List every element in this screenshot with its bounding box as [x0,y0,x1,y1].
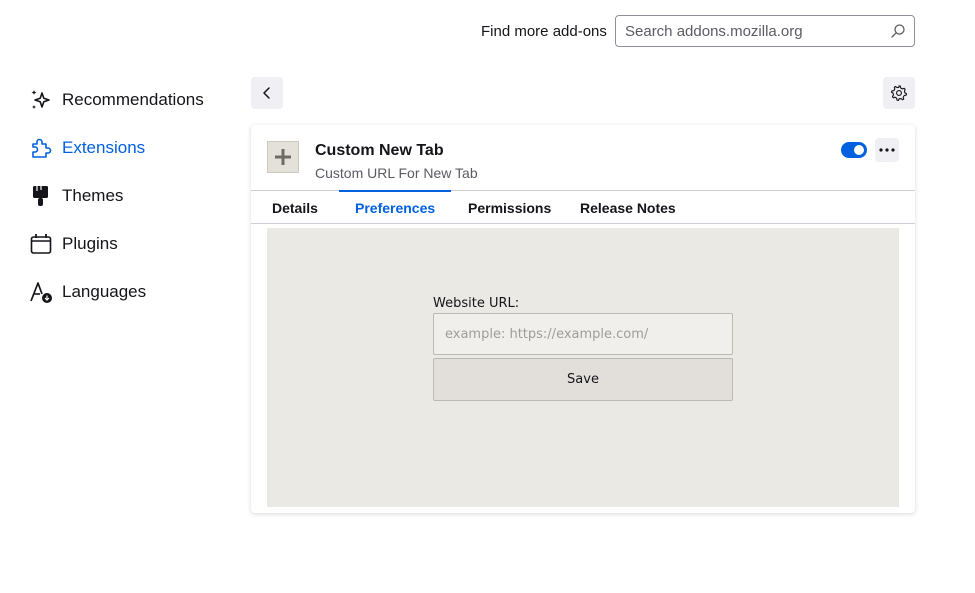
back-button[interactable] [251,77,283,109]
plugin-icon [28,231,54,257]
addon-description: Custom URL For New Tab [315,165,478,181]
sidebar-item-label: Extensions [62,138,146,157]
plus-icon [275,149,291,165]
tab-details[interactable]: Details [256,191,334,224]
sidebar: Recommendations Extensions Themes Plugin… [28,76,228,316]
addon-tabs: Details Preferences Permissions Release … [251,190,915,224]
sidebar-item-label: Plugins [62,234,118,253]
sidebar-item-label: Languages [62,282,147,301]
tab-preferences[interactable]: Preferences [339,190,452,224]
sidebar-item-label: Recommendations [62,90,204,109]
addon-name: Custom New Tab [315,142,444,159]
save-button[interactable]: Save [433,358,733,401]
sidebar-item-languages[interactable]: Languages [28,268,228,316]
enable-toggle[interactable] [841,142,867,158]
search-icon [891,24,905,38]
sidebar-item-label: Themes [62,186,124,205]
addon-icon [267,141,299,173]
more-options-button[interactable] [875,138,899,162]
chevron-left-icon [263,87,270,99]
sidebar-item-themes[interactable]: Themes [28,172,228,220]
sidebar-item-extensions[interactable]: Extensions [28,124,228,172]
website-url-input[interactable] [433,313,733,355]
search-input[interactable] [616,22,876,40]
addon-card: Custom New Tab Custom URL For New Tab De… [251,125,915,513]
settings-button[interactable] [883,77,915,109]
puzzle-icon [28,135,54,161]
website-url-label: Website URL: [433,296,520,311]
find-more-addons-label: Find more add-ons [481,23,607,40]
preferences-pane: Website URL: Save [267,228,899,507]
ellipsis-icon [879,148,895,152]
addons-manager: Find more add-ons Recommendations [0,0,975,593]
tab-release-notes[interactable]: Release Notes [564,191,692,224]
search-box[interactable] [615,15,915,47]
tab-permissions[interactable]: Permissions [452,191,567,224]
language-icon [28,279,54,305]
paintbrush-icon [28,183,54,209]
sidebar-item-plugins[interactable]: Plugins [28,220,228,268]
sidebar-item-recommendations[interactable]: Recommendations [28,76,228,124]
sparkle-icon [28,87,54,113]
gear-icon [890,85,908,101]
